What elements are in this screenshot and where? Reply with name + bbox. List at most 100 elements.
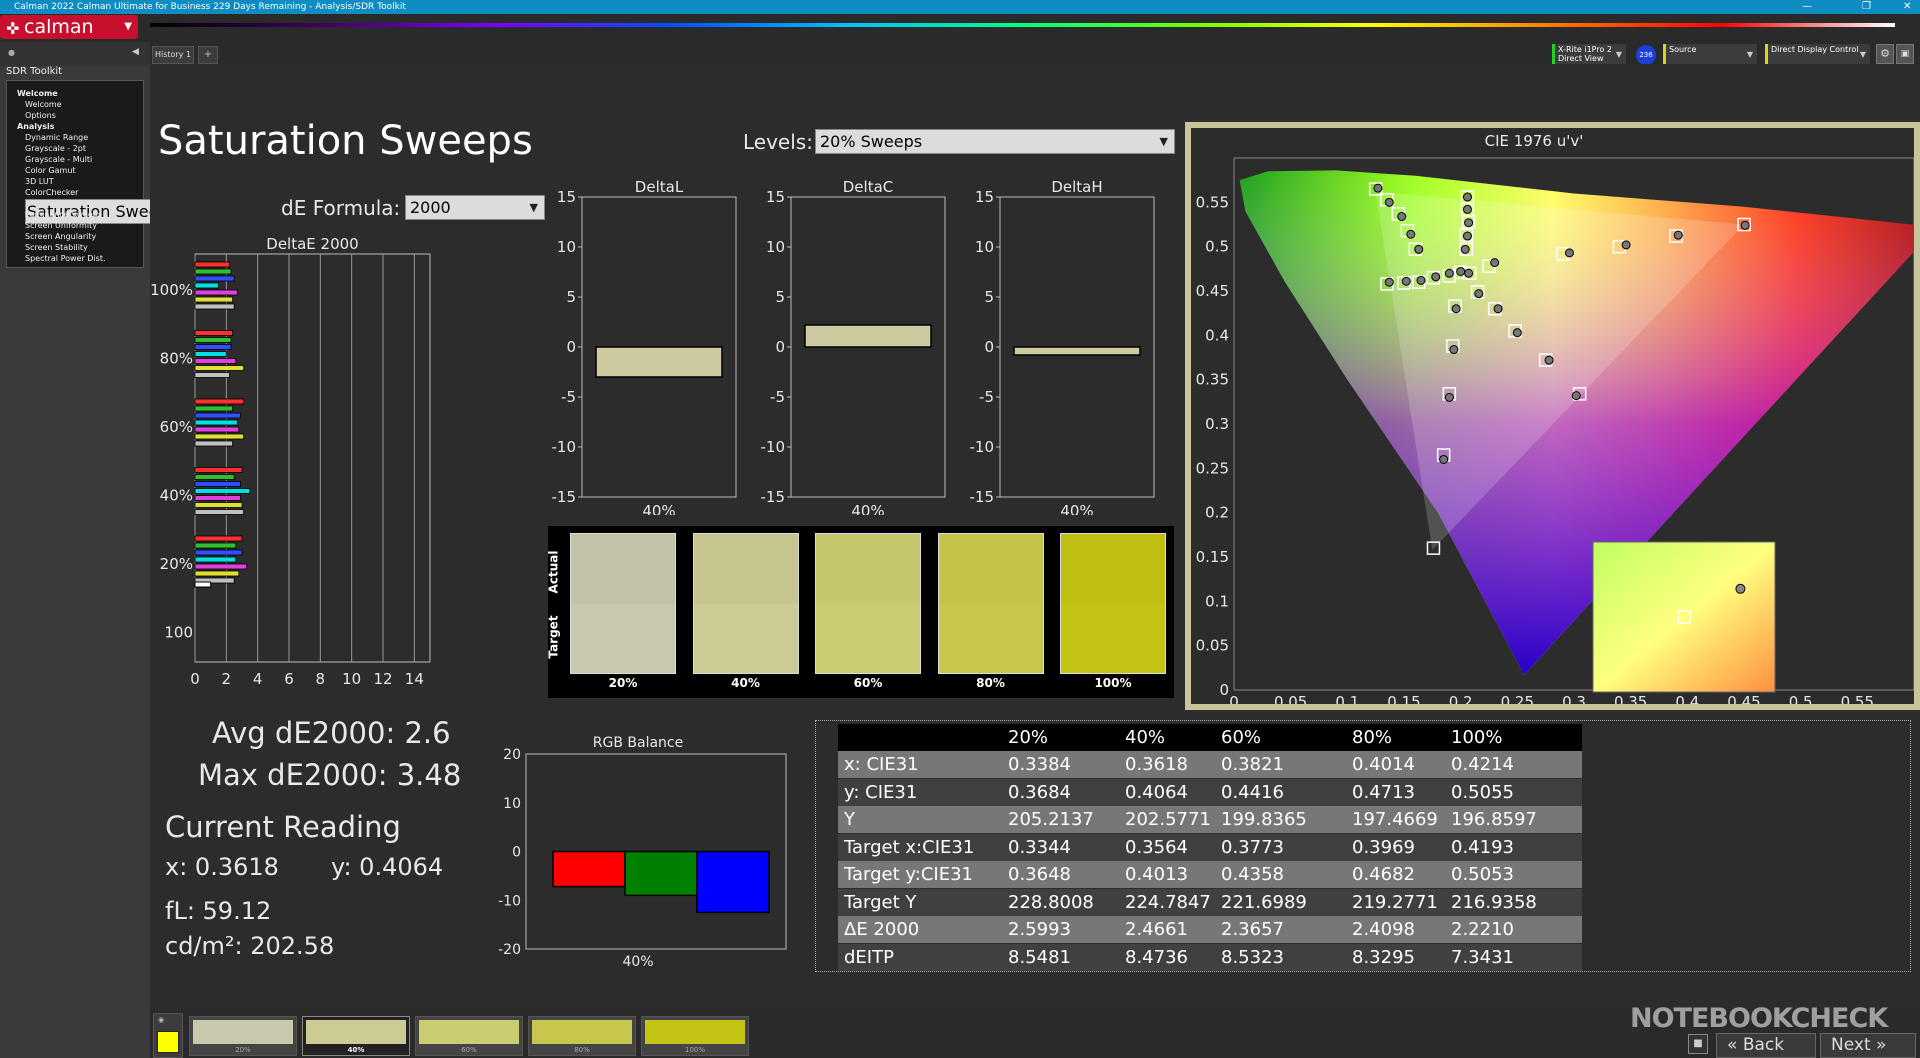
cie-y-tick: 0.15 xyxy=(1196,548,1229,566)
delta-y-tick: -10 xyxy=(970,438,995,456)
table-row: ΔE 2000 2.5993 2.4661 2.3657 2.4098 2.2210 xyxy=(838,916,1582,943)
chevron-down-icon: ▼ xyxy=(1746,50,1753,59)
levels-value: 20% Sweeps xyxy=(820,132,923,151)
meter-select[interactable]: X-Rite i1Pro 2 Direct View ▼ xyxy=(1552,44,1626,66)
tree-item[interactable]: ColorChecker xyxy=(25,188,78,197)
tree-item[interactable]: Grayscale - Multi xyxy=(25,155,92,164)
cie-y-tick: 0 xyxy=(1219,681,1229,699)
gear-icon[interactable]: ⚙ xyxy=(1876,44,1894,64)
delta-bar xyxy=(595,346,723,378)
delta-y-tick: -15 xyxy=(970,488,995,506)
table-cell: 0.4064 xyxy=(1125,781,1188,803)
square-button[interactable]: ■ xyxy=(1688,1034,1708,1054)
maximize-button[interactable]: ❐ xyxy=(1862,0,1871,14)
left-panel-header: ● ◀ xyxy=(0,42,150,66)
settings-dot-icon[interactable]: ● xyxy=(8,48,15,57)
deltae-bar xyxy=(194,502,243,508)
deltae-bar xyxy=(194,509,244,515)
tree-item[interactable]: Luminance Sweeps xyxy=(25,210,102,219)
sweep-thumb[interactable]: 20% xyxy=(189,1016,297,1056)
swatch-actual xyxy=(693,534,798,604)
sweep-thumb[interactable]: 100% xyxy=(641,1016,749,1056)
swatch-actual xyxy=(938,534,1043,604)
calman-mark-icon: ✜ xyxy=(6,19,20,38)
tree-item[interactable]: Screen Stability xyxy=(25,243,88,252)
deltae-x-tick: 4 xyxy=(253,670,263,688)
tree-item[interactable]: Spectral Power Dist. xyxy=(25,254,106,263)
rgb-y-tick: -20 xyxy=(498,942,521,958)
tree-item[interactable]: Options xyxy=(25,111,56,120)
delta-y-tick: 0 xyxy=(775,338,785,356)
table-column-header: 60% xyxy=(1221,727,1262,748)
rgb-bar xyxy=(552,850,626,888)
deltae-bar xyxy=(194,440,233,447)
panel-title: SDR Toolkit xyxy=(6,66,63,77)
table-cell: 8.5481 xyxy=(1008,946,1071,968)
tree-item[interactable]: 3D LUT xyxy=(25,177,54,186)
cie-y-tick: 0.25 xyxy=(1196,459,1229,477)
deltae-bar xyxy=(194,372,230,378)
tree-item[interactable]: Grayscale - 2pt xyxy=(25,144,86,153)
deltae-bar xyxy=(194,495,241,501)
swatch-target xyxy=(1061,603,1165,673)
sweep-thumb[interactable]: 80% xyxy=(528,1016,636,1056)
tree-item[interactable]: Analysis xyxy=(17,122,55,131)
table-row-label: y: CIE31 xyxy=(844,781,918,803)
deltae-x-tick: 8 xyxy=(316,670,326,688)
tree-item[interactable]: Screen Uniformity xyxy=(25,221,97,230)
eye-icon[interactable]: ◉ xyxy=(158,1016,164,1024)
delta-y-tick: -15 xyxy=(761,488,786,506)
max-de: Max dE2000: 3.48 xyxy=(198,758,462,792)
table-row-label: Y xyxy=(844,809,855,830)
deltae-bar xyxy=(194,268,232,275)
deltae-group-label: 20% xyxy=(160,555,193,573)
tree-item[interactable]: Welcome xyxy=(25,100,62,109)
table-cell: 0.3564 xyxy=(1125,836,1188,858)
deltae-bar xyxy=(194,261,230,268)
meter-name: X-Rite i1Pro 2 xyxy=(1558,45,1612,54)
table-row: y: CIE31 0.3684 0.4064 0.4416 0.4713 0.5055 xyxy=(838,778,1582,806)
deltae-x-tick: 14 xyxy=(405,670,424,688)
tab-history-1[interactable]: History 1 xyxy=(152,46,194,64)
add-tab-button[interactable]: + xyxy=(198,46,218,64)
window-title: Calman 2022 Calman Ultimate for Business… xyxy=(14,2,406,12)
settings-button[interactable]: ▣ xyxy=(1896,44,1914,64)
collapse-panel-icon[interactable]: ◀ xyxy=(132,47,139,57)
chevron-down-icon: ▼ xyxy=(529,201,538,214)
delta-y-tick: 10 xyxy=(975,238,994,256)
table-cell: 197.4669 xyxy=(1352,809,1438,830)
cie-title: CIE 1976 u'v' xyxy=(1485,132,1584,150)
close-button[interactable]: ✕ xyxy=(1903,0,1911,14)
display-select[interactable]: Direct Display Control ▼ xyxy=(1765,44,1870,66)
tree-item[interactable]: Welcome xyxy=(17,89,58,98)
sweep-thumb[interactable]: 40% xyxy=(302,1016,410,1056)
chevron-down-icon: ▼ xyxy=(1159,135,1168,148)
delta-y-tick: -10 xyxy=(761,438,786,456)
sweep-thumb[interactable]: 60% xyxy=(415,1016,523,1056)
back-button[interactable]: « Back xyxy=(1716,1033,1816,1058)
swatch xyxy=(937,533,1044,674)
tree-item[interactable]: Dynamic Range xyxy=(25,133,88,142)
delta-x-label: 40% xyxy=(642,502,675,515)
table-row-label: Target Y xyxy=(844,891,917,913)
tree-item[interactable]: Color Gamut xyxy=(25,166,76,175)
inset-actual-point xyxy=(1735,583,1746,594)
tree-item[interactable]: Screen Angularity xyxy=(25,232,96,241)
next-button[interactable]: Next » xyxy=(1820,1033,1916,1058)
deltae-bar xyxy=(194,535,243,542)
back-arrow-icon: « xyxy=(1727,1035,1738,1055)
minimize-button[interactable]: — xyxy=(1802,0,1812,14)
source-select[interactable]: Source ▼ xyxy=(1663,44,1757,66)
cie-actual-point xyxy=(1673,230,1683,240)
cie-actual-point xyxy=(1460,244,1470,254)
deltae-bar xyxy=(194,474,235,480)
meter-badge[interactable]: 236 xyxy=(1636,45,1656,65)
levels-select[interactable]: 20% Sweeps ▼ xyxy=(815,129,1175,154)
deltae-bar xyxy=(194,365,244,371)
deltae-bar xyxy=(194,344,232,350)
delta-y-tick: 5 xyxy=(566,288,576,306)
de-formula-select[interactable]: 2000 ▼ xyxy=(405,195,545,220)
deltae-bar xyxy=(194,563,248,570)
cie-actual-point xyxy=(1462,192,1472,202)
calman-logo-menu[interactable]: ✜ calman ▼ xyxy=(0,15,138,39)
